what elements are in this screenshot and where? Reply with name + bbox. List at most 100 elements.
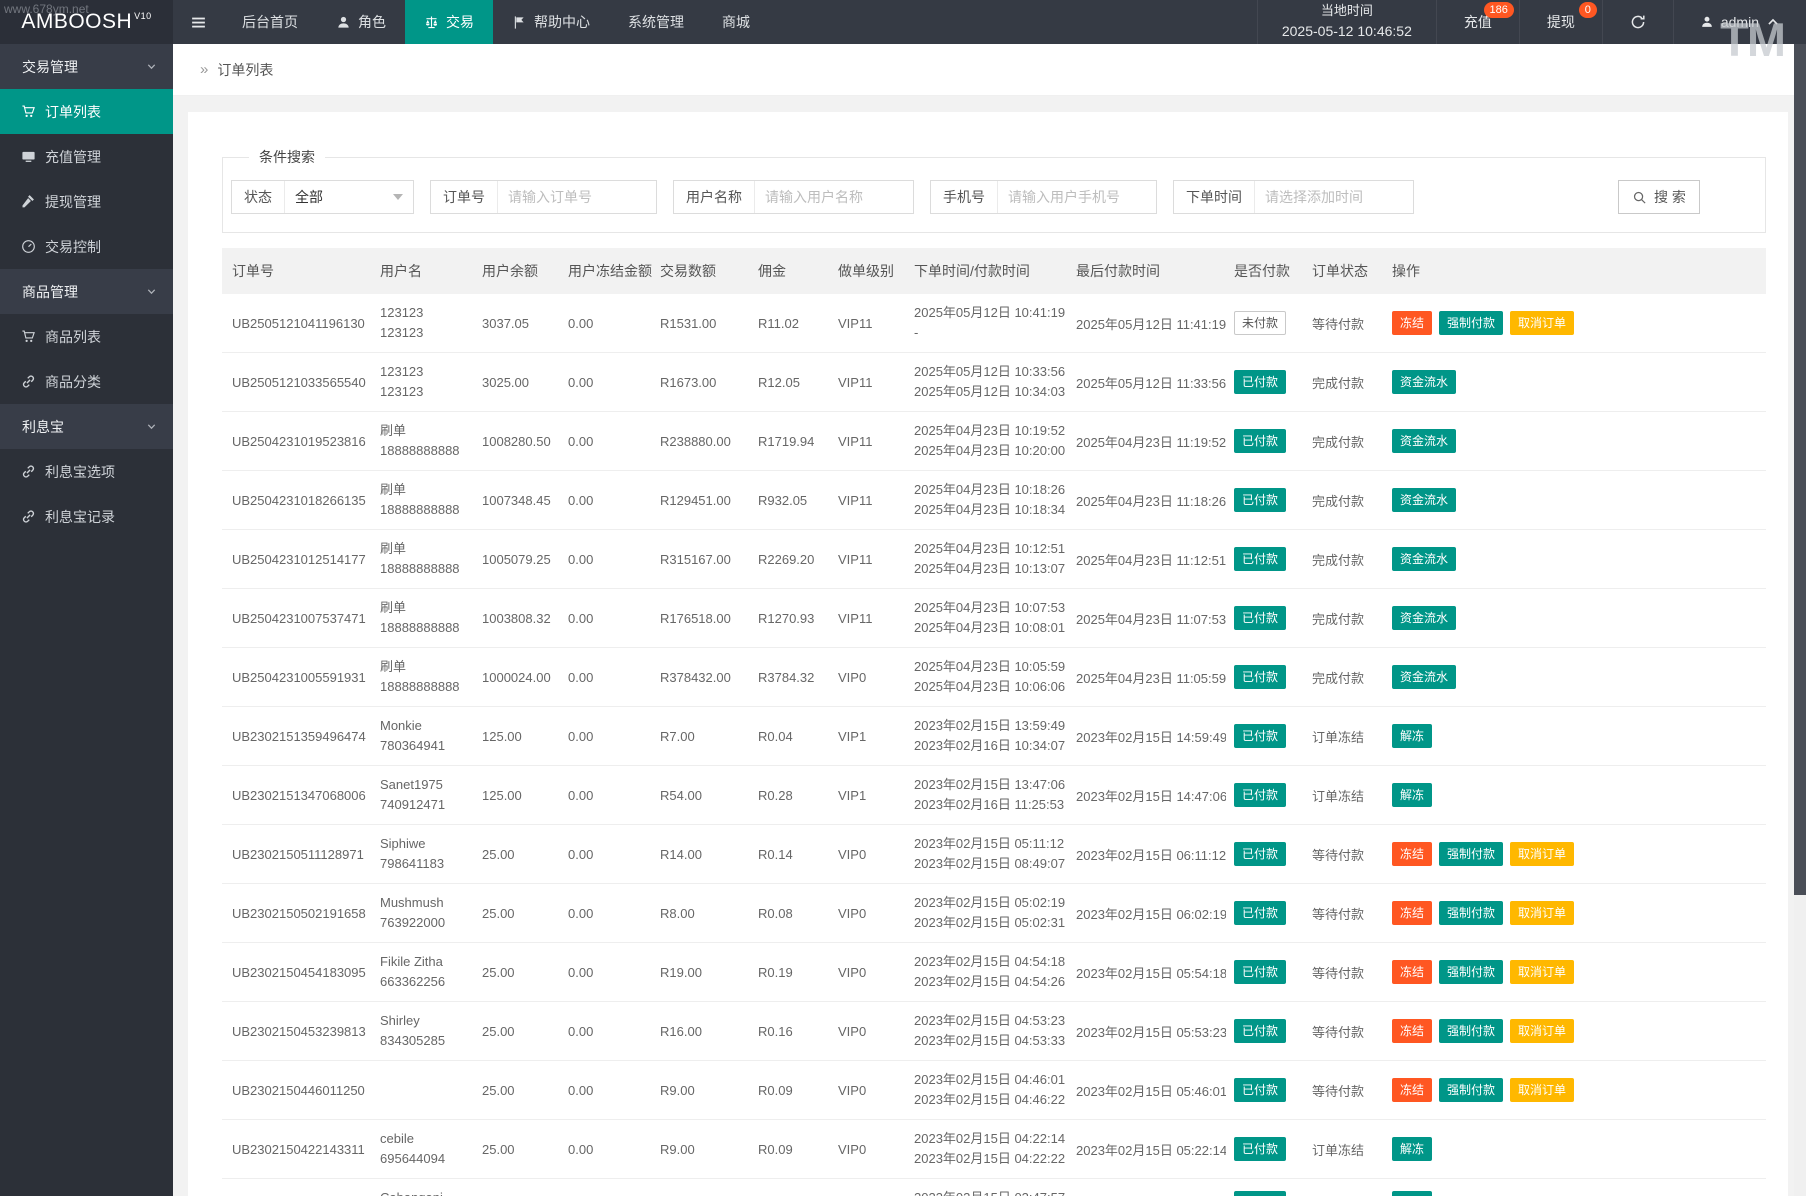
top-nav-item[interactable]: 交易: [405, 0, 493, 44]
scrollbar-thumb[interactable]: [1794, 44, 1806, 895]
cell-order-no: UB2302150422143311: [222, 1119, 372, 1179]
action-unfreeze-button[interactable]: 解冻: [1392, 1137, 1433, 1161]
pay-status-badge[interactable]: 已付款: [1234, 547, 1287, 571]
table-row: UB2302151347068006 Sanet1975 740912471 125.…: [222, 765, 1766, 825]
action-freeze-button[interactable]: 冻结: [1392, 960, 1433, 984]
cell-vip-level: VIP0: [830, 1119, 906, 1179]
action-unfreeze-button[interactable]: 解冻: [1392, 724, 1433, 748]
action-funds-button[interactable]: 资金流水: [1392, 547, 1457, 571]
sidebar-item[interactable]: 提现管理: [0, 179, 173, 224]
recharge-button[interactable]: 充值 186: [1435, 0, 1519, 44]
action-cancel-button[interactable]: 取消订单: [1510, 1078, 1575, 1102]
top-nav-item[interactable]: 角色: [317, 0, 405, 44]
gavel-icon: [21, 194, 36, 209]
sidebar-item[interactable]: 商品列表: [0, 314, 173, 359]
top-nav-item[interactable]: 后台首页: [223, 0, 317, 44]
action-funds-button[interactable]: 资金流水: [1392, 488, 1457, 512]
action-freeze-button[interactable]: 冻结: [1392, 1019, 1433, 1043]
pay-status-badge[interactable]: 已付款: [1234, 960, 1287, 984]
status-select[interactable]: 全部: [285, 181, 413, 213]
cell-trade-amount: R1531.00: [652, 294, 750, 353]
pay-status-badge[interactable]: 未付款: [1234, 311, 1287, 335]
order-no-input[interactable]: [498, 181, 656, 213]
sidebar-group[interactable]: 商品管理: [0, 269, 173, 314]
action-force-pay-button[interactable]: 强制付款: [1439, 901, 1504, 925]
sidebar-item[interactable]: 利息宝选项: [0, 449, 173, 494]
sidebar-group[interactable]: 交易管理: [0, 44, 173, 89]
sidebar-item[interactable]: 充值管理: [0, 134, 173, 179]
pay-status-badge[interactable]: 已付款: [1234, 1137, 1287, 1161]
column-header: 订单号: [222, 248, 372, 294]
cell-actions: 解冻: [1384, 1178, 1766, 1196]
action-force-pay-button[interactable]: 强制付款: [1439, 1078, 1504, 1102]
top-nav-item[interactable]: 商城: [703, 0, 769, 44]
pay-status-badge[interactable]: 已付款: [1234, 665, 1287, 689]
sidebar-item[interactable]: 利息宝记录: [0, 494, 173, 539]
action-funds-button[interactable]: 资金流水: [1392, 429, 1457, 453]
refresh-button[interactable]: [1601, 0, 1673, 44]
pay-status-badge[interactable]: 已付款: [1234, 1078, 1287, 1102]
action-cancel-button[interactable]: 取消订单: [1510, 901, 1575, 925]
action-cancel-button[interactable]: 取消订单: [1510, 1019, 1575, 1043]
sidebar-item-label: 充值管理: [45, 148, 101, 165]
pay-status-badge[interactable]: 已付款: [1234, 370, 1287, 394]
phone-input[interactable]: [998, 181, 1156, 213]
sidebar-item[interactable]: 交易控制: [0, 224, 173, 269]
pay-status-badge[interactable]: 已付款: [1234, 901, 1287, 925]
action-cancel-button[interactable]: 取消订单: [1510, 311, 1575, 335]
pay-status-badge[interactable]: 已付款: [1234, 724, 1287, 748]
hamburger-icon: [190, 14, 207, 31]
menu-toggle-button[interactable]: [173, 0, 223, 44]
cell-order-pay-time: 2023年02月15日 04:22:14 2023年02月15日 04:22:22: [906, 1119, 1068, 1179]
cell-vip-level: VIP11: [830, 294, 906, 353]
pay-status-badge[interactable]: 已付款: [1234, 488, 1287, 512]
cell-user: Sanet1975 740912471: [372, 765, 474, 825]
cell-vip-level: VIP11: [830, 588, 906, 648]
column-header: 佣金: [750, 248, 830, 294]
pay-status-badge[interactable]: 已付款: [1234, 842, 1287, 866]
action-freeze-button[interactable]: 冻结: [1392, 1078, 1433, 1102]
pay-status-badge[interactable]: 已付款: [1234, 606, 1287, 630]
action-unfreeze-button[interactable]: 解冻: [1392, 783, 1433, 807]
action-force-pay-button[interactable]: 强制付款: [1439, 842, 1504, 866]
pay-status-badge[interactable]: 已付款: [1234, 1019, 1287, 1043]
cart-icon: [21, 104, 36, 119]
action-funds-button[interactable]: 资金流水: [1392, 665, 1457, 689]
top-nav-item[interactable]: 系统管理: [609, 0, 703, 44]
action-force-pay-button[interactable]: 强制付款: [1439, 1019, 1504, 1043]
user-name-input[interactable]: [755, 181, 913, 213]
cell-actions: 解冻: [1384, 765, 1766, 825]
cell-pay-status: 已付款: [1226, 942, 1304, 1002]
action-force-pay-button[interactable]: 强制付款: [1439, 960, 1504, 984]
cell-commission: R11.02: [750, 294, 830, 353]
action-cancel-button[interactable]: 取消订单: [1510, 842, 1575, 866]
action-funds-button[interactable]: 资金流水: [1392, 606, 1457, 630]
pay-status-badge[interactable]: 已付款: [1234, 1191, 1287, 1196]
sidebar-item[interactable]: 商品分类: [0, 359, 173, 404]
cell-vip-level: VIP0: [830, 883, 906, 943]
top-nav-item[interactable]: 帮助中心: [493, 0, 609, 44]
action-freeze-button[interactable]: 冻结: [1392, 311, 1433, 335]
cell-order-no: UB2504231019523816: [222, 411, 372, 471]
sidebar-item-label: 利息宝选项: [45, 463, 115, 480]
action-funds-button[interactable]: 资金流水: [1392, 370, 1457, 394]
pay-status-badge[interactable]: 已付款: [1234, 783, 1287, 807]
cell-balance: 25.00: [474, 1178, 560, 1196]
cell-pay-status: 已付款: [1226, 765, 1304, 825]
cell-user: Shirley 834305285: [372, 1001, 474, 1061]
action-unfreeze-button[interactable]: 解冻: [1392, 1191, 1433, 1196]
cell-commission: R932.05: [750, 470, 830, 530]
action-force-pay-button[interactable]: 强制付款: [1439, 311, 1504, 335]
sidebar: 交易管理 订单列表充值管理提现管理 交易控制 商品管理 商品列表 商品分类 利息宝利息宝选项…: [0, 44, 173, 1196]
action-cancel-button[interactable]: 取消订单: [1510, 960, 1575, 984]
action-freeze-button[interactable]: 冻结: [1392, 842, 1433, 866]
action-freeze-button[interactable]: 冻结: [1392, 901, 1433, 925]
withdraw-button[interactable]: 提现 0: [1518, 0, 1602, 44]
cell-balance: 25.00: [474, 942, 560, 1002]
search-button[interactable]: 搜 索: [1618, 180, 1700, 214]
sidebar-group[interactable]: 利息宝: [0, 404, 173, 449]
content-area: 条件搜索 状态全部订单号用户名称手机号下单时间 搜 索: [173, 96, 1794, 1196]
pay-status-badge[interactable]: 已付款: [1234, 429, 1287, 453]
order-time-input[interactable]: [1255, 181, 1413, 213]
sidebar-item[interactable]: 订单列表: [0, 89, 173, 134]
